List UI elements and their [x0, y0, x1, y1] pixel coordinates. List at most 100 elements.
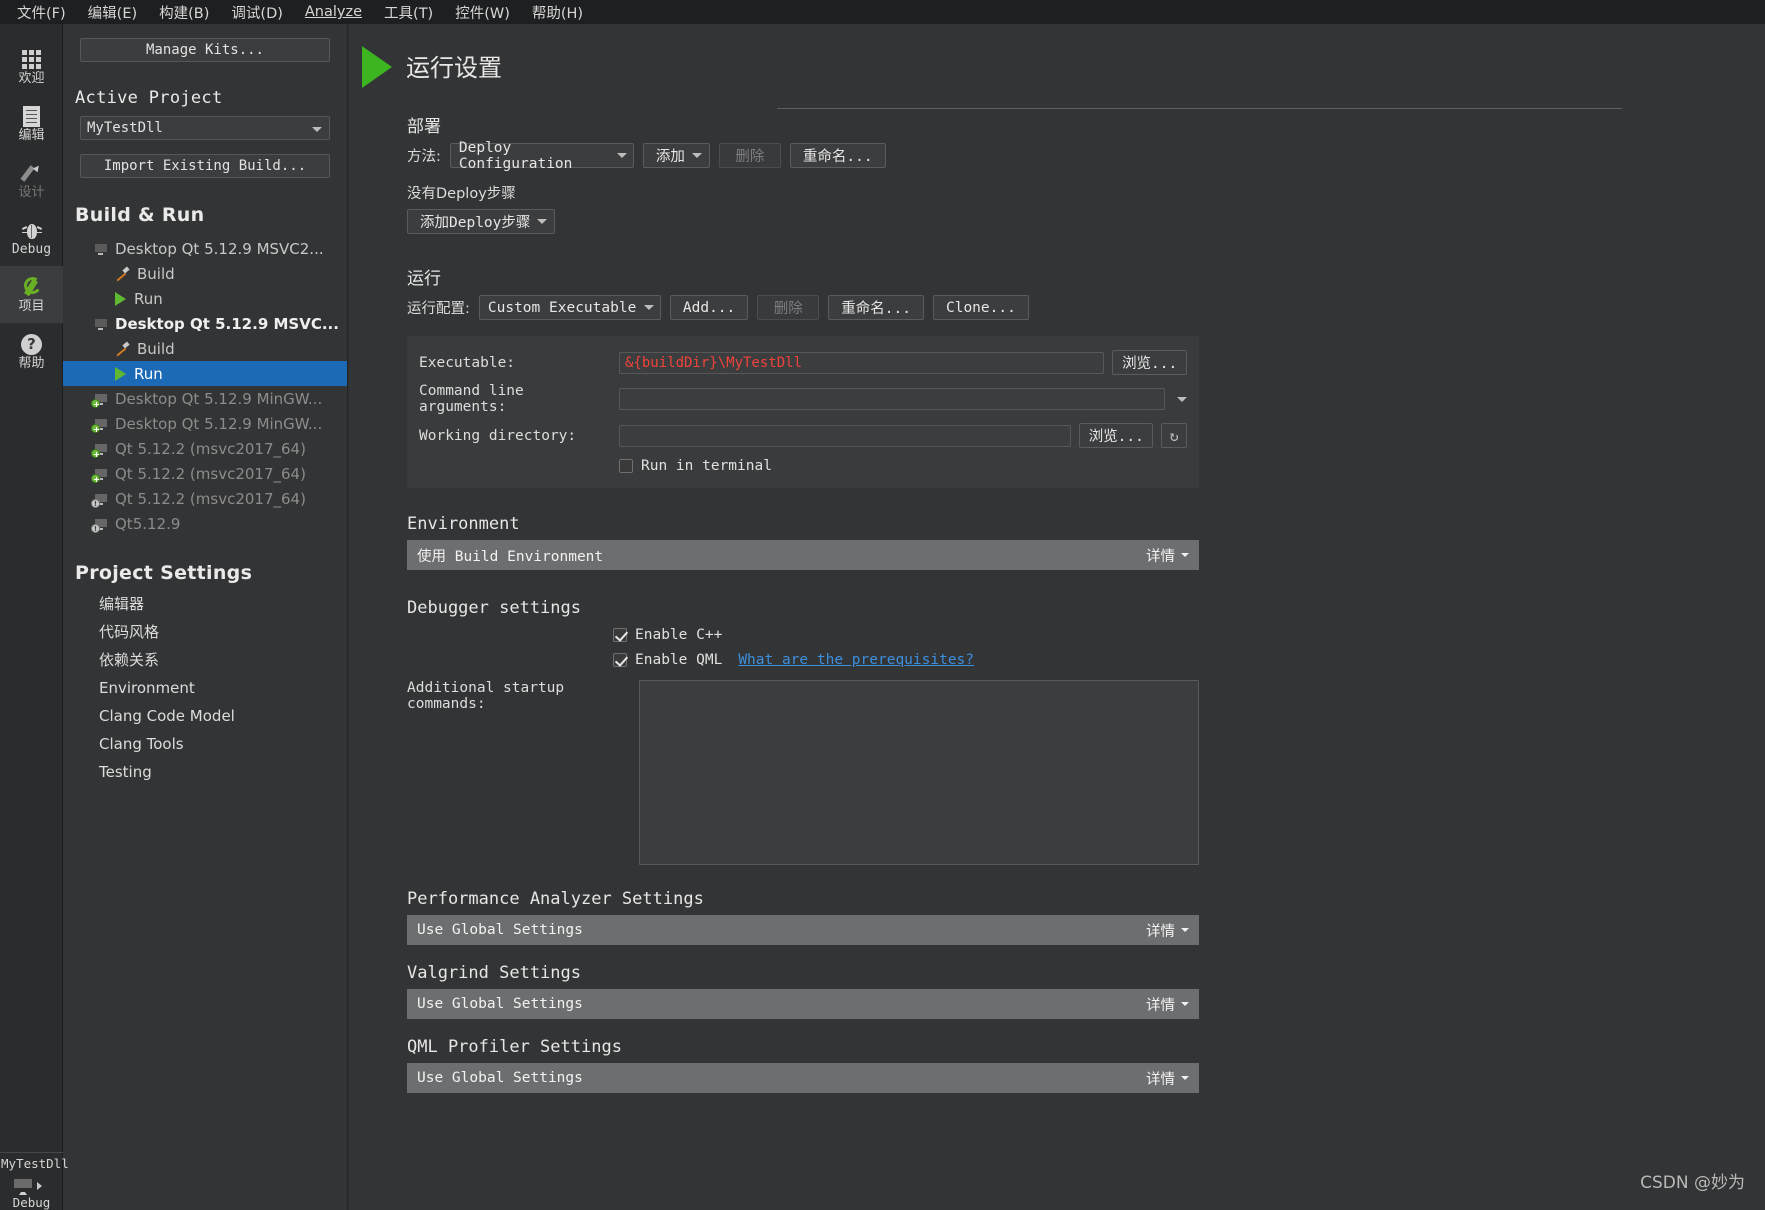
monitor-icon [12, 1177, 34, 1194]
project-setting-editor[interactable]: 编辑器 [63, 590, 347, 618]
mode-debug-label: Debug [12, 243, 51, 257]
run-config-row: 运行配置: Custom Executable Add... 删除 重命名...… [407, 295, 1765, 320]
title-divider [777, 108, 1622, 109]
deploy-rename-button[interactable]: 重命名... [790, 143, 886, 168]
screen-icon [93, 317, 108, 330]
qml-profiler-heading: QML Profiler Settings [407, 1037, 1765, 1057]
kit-0-build[interactable]: Build [63, 261, 347, 286]
mode-edit-label: 编辑 [18, 129, 44, 143]
screen-add-icon [93, 442, 108, 455]
additional-startup-commands-input[interactable] [639, 680, 1199, 865]
project-setting-clang-tools[interactable]: Clang Tools [63, 730, 347, 758]
kit-item-0[interactable]: Desktop Qt 5.12.9 MSVC2... [63, 236, 347, 261]
kit-item-5[interactable]: Qt 5.12.2 (msvc2017_64) [63, 461, 347, 486]
qml-profiler-summary-bar[interactable]: Use Global Settings 详情 [407, 1063, 1199, 1093]
menu-edit[interactable]: 编辑(E) [77, 0, 148, 25]
project-setting-clang-code-model[interactable]: Clang Code Model [63, 702, 347, 730]
working-directory-row: Working directory: 浏览... ↻ [419, 423, 1187, 448]
kit-item-6[interactable]: ! Qt 5.12.2 (msvc2017_64) [63, 486, 347, 511]
project-setting-code-style[interactable]: 代码风格 [63, 618, 347, 646]
deploy-method-value: Deploy Configuration [459, 140, 611, 172]
manage-kits-button[interactable]: Manage Kits... [80, 38, 330, 62]
mode-welcome[interactable]: 欢迎 [0, 38, 63, 95]
menu-help-label: 帮助(H) [532, 6, 583, 22]
kit-1-build[interactable]: Build [63, 336, 347, 361]
chevron-down-icon [1181, 553, 1189, 557]
menu-tools[interactable]: 工具(T) [373, 0, 444, 25]
kit-item-2[interactable]: Desktop Qt 5.12.9 MinGW... [63, 386, 347, 411]
project-setting-dependencies[interactable]: 依赖关系 [63, 646, 347, 674]
working-directory-browse-button[interactable]: 浏览... [1079, 423, 1153, 448]
kit-item-3[interactable]: Desktop Qt 5.12.9 MinGW... [63, 411, 347, 436]
reset-icon[interactable]: ↻ [1161, 423, 1187, 448]
mode-projects[interactable]: 项目 [0, 266, 63, 323]
menu-widgets[interactable]: 控件(W) [444, 0, 521, 25]
kit-item-1[interactable]: Desktop Qt 5.12.9 MSVC... [63, 311, 347, 336]
valgrind-summary-bar[interactable]: Use Global Settings 详情 [407, 989, 1199, 1019]
menu-tools-label: 工具(T) [384, 6, 433, 22]
mode-edit[interactable]: 编辑 [0, 95, 63, 152]
grid-icon [22, 47, 41, 71]
run-clone-button[interactable]: Clone... [933, 295, 1029, 320]
mode-help-label: 帮助 [18, 357, 44, 371]
debugger-settings-heading: Debugger settings [407, 598, 1765, 618]
working-directory-input[interactable] [619, 425, 1071, 447]
kit-0-run[interactable]: Run [63, 286, 347, 311]
kit-1-run[interactable]: Run [63, 361, 348, 386]
menu-file[interactable]: 文件(F) [6, 0, 77, 25]
chevron-down-icon[interactable] [1177, 397, 1187, 402]
target-selector[interactable] [0, 1177, 63, 1194]
executable-browse-button[interactable]: 浏览... [1112, 350, 1187, 375]
mode-sidebar-footer: MyTestDll Debug [0, 1152, 63, 1210]
kit-item-4[interactable]: Qt 5.12.2 (msvc2017_64) [63, 436, 347, 461]
kit-tree: Desktop Qt 5.12.9 MSVC2... Build Run Des… [63, 236, 347, 536]
kit-item-7[interactable]: ! Qt5.12.9 [63, 511, 347, 536]
executable-input[interactable]: &{buildDir}\MyTestDll [619, 352, 1104, 374]
menu-help[interactable]: 帮助(H) [521, 0, 594, 25]
prerequisites-link[interactable]: What are the prerequisites? [738, 652, 974, 668]
deploy-add-button[interactable]: 添加 [643, 143, 710, 168]
add-deploy-step-label: 添加Deploy步骤 [420, 211, 530, 232]
hammer-icon [115, 267, 130, 281]
mode-welcome-label: 欢迎 [18, 72, 44, 86]
executable-label: Executable: [419, 355, 619, 371]
kit-label: Qt5.12.9 [115, 515, 180, 533]
page-title: 运行设置 [406, 48, 502, 87]
enable-qml-label: Enable QML [635, 652, 722, 668]
import-existing-build-button[interactable]: Import Existing Build... [80, 154, 330, 178]
enable-cpp-label: Enable C++ [635, 627, 722, 643]
add-deploy-step-button[interactable]: 添加Deploy步骤 [407, 209, 555, 234]
mode-debug[interactable]: Debug [0, 209, 63, 266]
play-icon [115, 367, 127, 381]
deploy-method-select[interactable]: Deploy Configuration [450, 143, 634, 168]
chevron-down-icon [644, 305, 654, 310]
run-rename-button[interactable]: 重命名... [828, 295, 924, 320]
performance-analyzer-summary-bar[interactable]: Use Global Settings 详情 [407, 915, 1199, 945]
mode-help[interactable]: ? 帮助 [0, 323, 63, 380]
additional-startup-commands-label: Additional startup commands: [407, 680, 639, 865]
active-project-select[interactable]: MyTestDll [80, 116, 330, 140]
enable-cpp-checkbox[interactable] [613, 628, 627, 642]
command-line-arguments-input[interactable] [619, 388, 1165, 410]
menu-debug[interactable]: 调试(D) [220, 0, 293, 25]
enable-qml-checkbox[interactable] [613, 653, 627, 667]
play-icon [115, 292, 127, 306]
qml-profiler-value: Use Global Settings [417, 1070, 583, 1086]
menu-build[interactable]: 构建(B) [148, 0, 220, 25]
run-add-button[interactable]: Add... [670, 295, 748, 320]
menu-analyze[interactable]: Analyze [294, 2, 373, 22]
project-setting-environment[interactable]: Environment [63, 674, 347, 702]
mode-design[interactable]: 设计 [0, 152, 63, 209]
environment-summary-bar[interactable]: 使用 Build Environment 详情 [407, 540, 1199, 570]
mode-design-label: 设计 [18, 186, 44, 200]
mode-projects-label: 项目 [18, 300, 44, 314]
run-config-label: 运行配置: [407, 297, 470, 318]
active-project-value: MyTestDll [87, 120, 163, 136]
kit-label: Qt 5.12.2 (msvc2017_64) [115, 440, 306, 458]
kit-label: Desktop Qt 5.12.9 MSVC2... [115, 240, 324, 258]
project-setting-testing[interactable]: Testing [63, 758, 347, 786]
kit-label: Qt 5.12.2 (msvc2017_64) [115, 490, 306, 508]
run-in-terminal-checkbox[interactable] [619, 459, 633, 473]
run-config-select[interactable]: Custom Executable [479, 295, 661, 320]
page-title-row: 运行设置 [349, 24, 1765, 88]
